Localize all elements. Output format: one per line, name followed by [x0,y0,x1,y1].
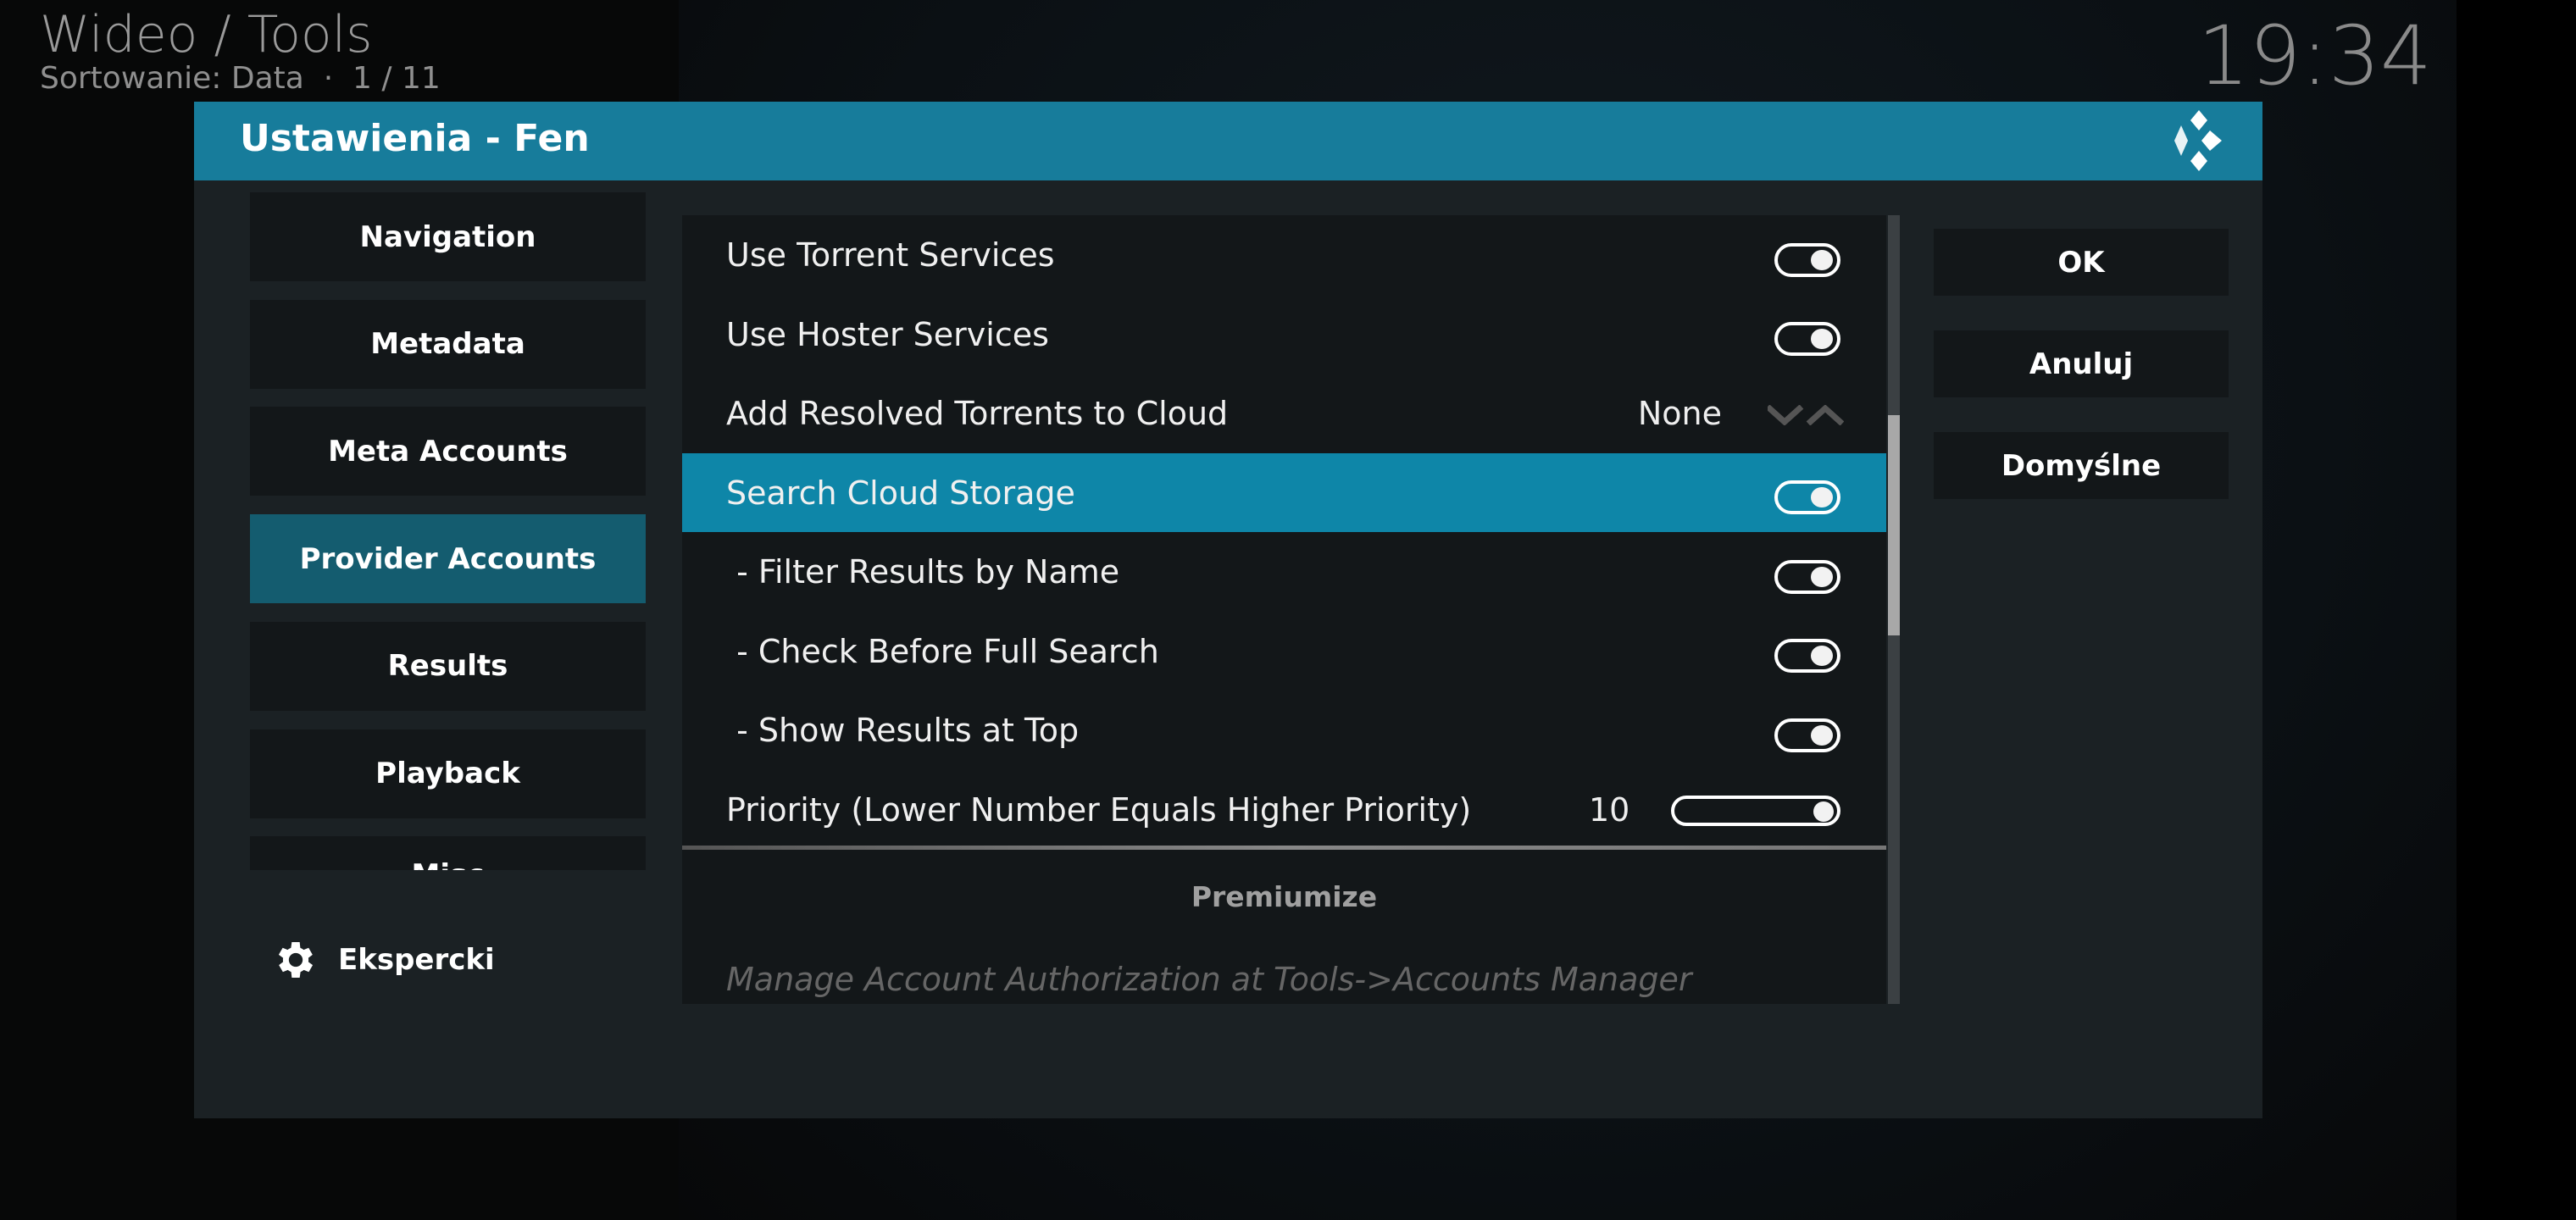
toggle-switch[interactable] [1774,322,1840,356]
spinner-value: None [1637,395,1722,432]
category-metadata[interactable]: Metadata [250,299,646,389]
ok-button[interactable]: OK [1934,229,2229,296]
setting-row[interactable]: - Check Before Full Search [682,612,1886,690]
toggle-switch[interactable] [1774,559,1840,594]
category-results[interactable]: Results [250,621,646,711]
category-provider-accounts[interactable]: Provider Accounts [250,514,646,604]
category-playback[interactable]: Playback [250,729,646,818]
category-label: Meta Accounts [328,434,568,469]
category-label: Playback [375,757,520,790]
setting-row[interactable]: Add Resolved Torrents to Cloud None [682,374,1886,453]
scrollbar[interactable] [1888,215,1900,1004]
category-label: Metadata [370,327,525,362]
category-label: Misc [412,858,485,870]
toggle-switch[interactable] [1774,242,1840,277]
category-navigation[interactable]: Navigation [250,192,646,281]
category-misc[interactable]: Misc [250,836,646,871]
scrollbar-thumb[interactable] [1888,415,1900,635]
section-divider [682,846,1886,850]
gear-icon [278,942,314,978]
setting-label: Add Resolved Torrents to Cloud [726,395,1229,432]
toggle-switch[interactable] [1774,480,1840,514]
setting-hint: Manage Account Authorization at Tools->A… [726,961,1692,998]
settings-level-label: Ekspercki [338,943,495,977]
setting-label: Use Torrent Services [726,236,1055,274]
sort-info: Sortowanie: Data · 1 / 11 [40,61,441,96]
category-label: Provider Accounts [299,541,597,576]
section-title: Premiumize [1191,880,1378,913]
category-label: Results [387,649,508,684]
toggle-switch[interactable] [1774,639,1840,673]
setting-label: Priority (Lower Number Equals Higher Pri… [726,790,1472,829]
category-meta-accounts[interactable]: Meta Accounts [250,407,646,496]
setting-label: - Check Before Full Search [726,632,1159,670]
kodi-logo-icon [2174,110,2222,171]
slider-value: 10 [1589,790,1630,829]
setting-label: - Filter Results by Name [726,553,1120,591]
background-right [2457,0,2576,1220]
defaults-button[interactable]: Domyślne [1934,432,2229,499]
priority-slider[interactable] [1671,796,1840,826]
dialog-title: Ustawienia - Fen [240,117,590,160]
breadcrumb: Wideo / Tools [40,5,373,64]
setting-label: Use Hoster Services [726,315,1049,353]
dialog-header: Ustawienia - Fen [194,102,2262,180]
setting-row[interactable]: Priority (Lower Number Equals Higher Pri… [682,770,1886,849]
setting-row[interactable]: - Show Results at Top [682,691,1886,770]
setting-label: Search Cloud Storage [726,474,1075,512]
cancel-button[interactable]: Anuluj [1934,330,2229,397]
settings-dialog: Ustawienia - Fen Navigation Metadata Meta … [194,102,2262,1118]
setting-row[interactable]: Use Torrent Services [682,216,1886,295]
chevron-up-icon[interactable] [1806,404,1844,425]
toggle-switch[interactable] [1774,718,1840,752]
chevron-down-icon[interactable] [1768,404,1804,425]
setting-row[interactable]: Search Cloud Storage [682,453,1886,532]
setting-label: - Show Results at Top [726,712,1080,749]
clock: 19:34 [2197,8,2432,103]
category-label: Navigation [359,219,536,254]
setting-row[interactable]: Use Hoster Services [682,295,1886,374]
settings-level-button[interactable]: Ekspercki [272,936,495,984]
settings-list: Use Torrent Services Use Hoster Services A… [682,215,1886,1004]
setting-row[interactable]: - Filter Results by Name [682,533,1886,612]
